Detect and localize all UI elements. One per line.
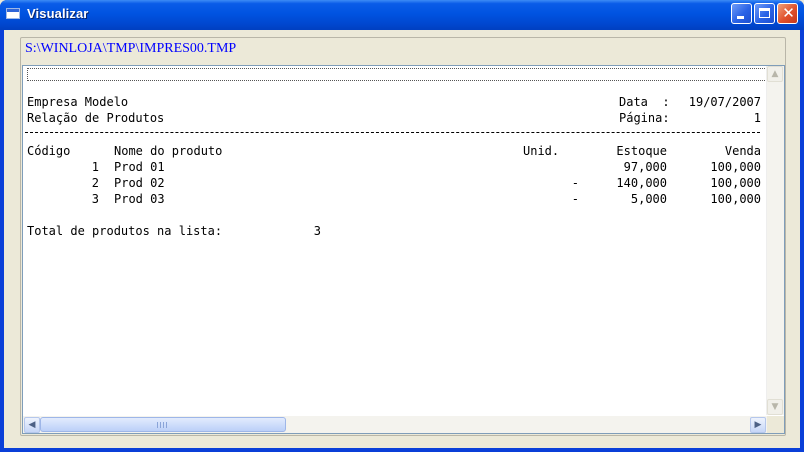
row-name: Prod 01 <box>114 160 165 174</box>
scrollbar-corner <box>767 416 784 433</box>
total-label: Total de produtos na lista: <box>27 224 223 238</box>
column-price: Venda <box>724 144 761 158</box>
row-stock: 140,000 <box>616 176 667 190</box>
row-code: 2 <box>91 176 99 190</box>
row-code: 1 <box>91 160 99 174</box>
vertical-scrollbar[interactable]: ▲ ▼ <box>766 66 784 415</box>
row-stock: 97,000 <box>623 160 667 174</box>
horizontal-scroll-thumb[interactable] <box>40 417 286 432</box>
table-row: 3 Prod 03 - 5,000 100,000 <box>23 192 763 208</box>
row-price: 100,000 <box>710 160 761 174</box>
report-header-row-1: Empresa Modelo Data : 19/07/2007 <box>23 95 763 111</box>
table-row: 1 Prod 01 97,000 100,000 <box>23 160 763 176</box>
column-header-row: Código Nome do produto Unid. Estoque Ven… <box>23 144 763 160</box>
table-row: 2 Prod 02 - 140,000 100,000 <box>23 176 763 192</box>
scroll-right-button[interactable]: ▶ <box>750 417 766 433</box>
close-button[interactable]: ✕ <box>777 3 798 24</box>
date-value: 19/07/2007 <box>688 95 761 109</box>
window-app-icon[interactable] <box>6 8 20 19</box>
close-icon: ✕ <box>782 4 795 22</box>
row-code: 3 <box>91 192 99 206</box>
row-price: 100,000 <box>710 176 761 190</box>
scroll-left-button[interactable]: ◀ <box>24 417 40 433</box>
window-client-area: S:\WINLOJA\TMP\IMPRES00.TMP Empresa Mode… <box>4 30 800 448</box>
page-value: 1 <box>753 111 761 125</box>
separator-line <box>25 132 760 133</box>
row-name: Prod 03 <box>114 192 165 206</box>
scroll-down-button[interactable]: ▼ <box>767 399 783 415</box>
report-header-row-2: Relação de Produtos Página: 1 <box>23 111 763 127</box>
column-stock: Estoque <box>616 144 667 158</box>
maximize-button[interactable] <box>754 3 775 24</box>
page-label: Página: <box>619 111 670 125</box>
column-name: Nome do produto <box>114 144 223 158</box>
row-unit: - <box>571 192 579 206</box>
row-name: Prod 02 <box>114 176 165 190</box>
total-value: 3 <box>313 224 321 238</box>
window-title: Visualizar <box>27 6 89 21</box>
minimize-button[interactable] <box>731 3 752 24</box>
column-unit: Unid. <box>523 144 560 158</box>
maximize-icon <box>759 8 770 18</box>
company-name: Empresa Modelo <box>27 95 129 109</box>
column-code: Código <box>27 144 71 158</box>
row-unit: - <box>571 176 579 190</box>
scroll-up-button[interactable]: ▲ <box>767 66 783 82</box>
viewer-focus-line[interactable] <box>27 68 767 81</box>
title-bar[interactable]: Visualizar ✕ <box>0 0 804 30</box>
file-path-label: S:\WINLOJA\TMP\IMPRES00.TMP <box>25 41 237 56</box>
scroll-thumb-grip <box>157 422 167 428</box>
report-title: Relação de Produtos <box>27 111 165 125</box>
report-viewer[interactable]: Empresa Modelo Data : 19/07/2007 Relação… <box>22 65 785 434</box>
total-row: Total de produtos na lista: 3 <box>23 224 763 240</box>
row-stock: 5,000 <box>630 192 667 206</box>
horizontal-scrollbar[interactable]: ◀ ▶ <box>23 416 784 433</box>
visualizar-window: Visualizar ✕ S:\WINLOJA\TMP\IMPRES00.TMP… <box>0 0 804 452</box>
row-price: 100,000 <box>710 192 761 206</box>
date-label: Data : <box>619 95 670 109</box>
minimize-icon <box>737 16 744 19</box>
